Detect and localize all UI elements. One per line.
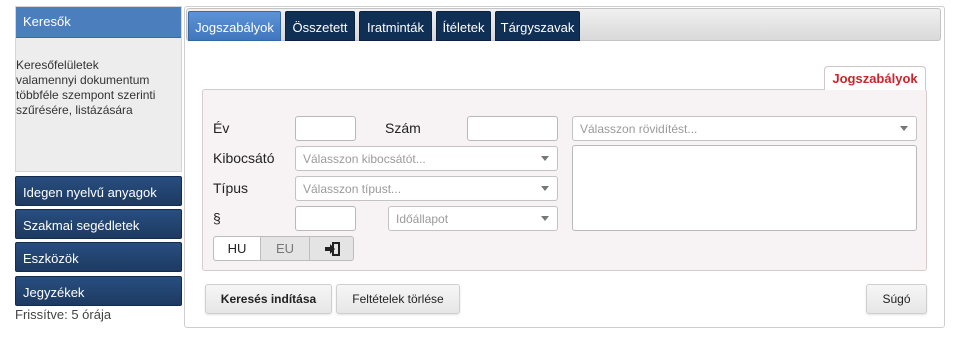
scope-toggle-button[interactable]	[309, 236, 354, 261]
section-sign-label: §	[213, 210, 221, 226]
time-state-select[interactable]: Időállapot	[388, 206, 558, 231]
clear-button[interactable]: Feltételek törlése	[336, 284, 460, 314]
type-label: Típus	[213, 180, 249, 196]
issuer-select[interactable]: Válasszon kibocsátót...	[295, 146, 558, 171]
caret-down-icon	[541, 186, 549, 191]
refresh-status: Frissítve: 5 órája	[15, 307, 112, 322]
type-select-placeholder: Válasszon típust...	[303, 182, 402, 196]
issuer-label: Kibocsátó	[213, 150, 275, 166]
year-input[interactable]	[295, 116, 356, 141]
abbreviation-select[interactable]: Válasszon rövidítést...	[572, 116, 917, 141]
scope-hu-button[interactable]: HU	[213, 236, 261, 261]
section-input[interactable]	[295, 206, 356, 231]
caret-down-icon	[900, 126, 908, 131]
abbreviation-select-placeholder: Válasszon rövidítést...	[580, 122, 698, 136]
caret-down-icon	[541, 156, 549, 161]
form-section-label: Jogszabályok	[824, 66, 926, 90]
help-button[interactable]: Súgó	[866, 284, 927, 314]
tab-iteletek[interactable]: Ítéletek	[436, 11, 491, 41]
login-arrow-icon	[324, 242, 340, 256]
tab-targyszavak[interactable]: Tárgyszavak	[495, 11, 580, 41]
search-button[interactable]: Keresés indítása	[205, 284, 332, 314]
number-label: Szám	[385, 120, 421, 136]
sidebar-item-professional-aids[interactable]: Szakmai segédletek	[15, 209, 182, 239]
tab-iratmintak[interactable]: Iratminták	[359, 11, 432, 41]
sidebar-header[interactable]: Keresők	[16, 7, 181, 38]
year-label: Év	[213, 120, 230, 136]
type-select[interactable]: Válasszon típust...	[295, 176, 558, 201]
scope-eu-button[interactable]: EU	[260, 236, 310, 261]
caret-down-icon	[541, 216, 549, 221]
sidebar-description: Keresőfelületek valamennyi dokumentum tö…	[16, 58, 156, 117]
sidebar-item-foreign-language[interactable]: Idegen nyelvű anyagok	[15, 176, 182, 206]
number-input[interactable]	[467, 116, 558, 141]
tab-jogszabalyok[interactable]: Jogszabályok	[188, 11, 281, 41]
issuer-select-placeholder: Válasszon kibocsátót...	[303, 152, 426, 166]
sidebar-item-tools[interactable]: Eszközök	[15, 242, 182, 272]
sidebar-item-registers[interactable]: Jegyzékek	[15, 276, 182, 306]
abbreviation-list-textarea[interactable]	[572, 145, 917, 231]
tab-osszetett[interactable]: Összetett	[285, 11, 355, 41]
time-state-select-placeholder: Időállapot	[396, 212, 449, 226]
